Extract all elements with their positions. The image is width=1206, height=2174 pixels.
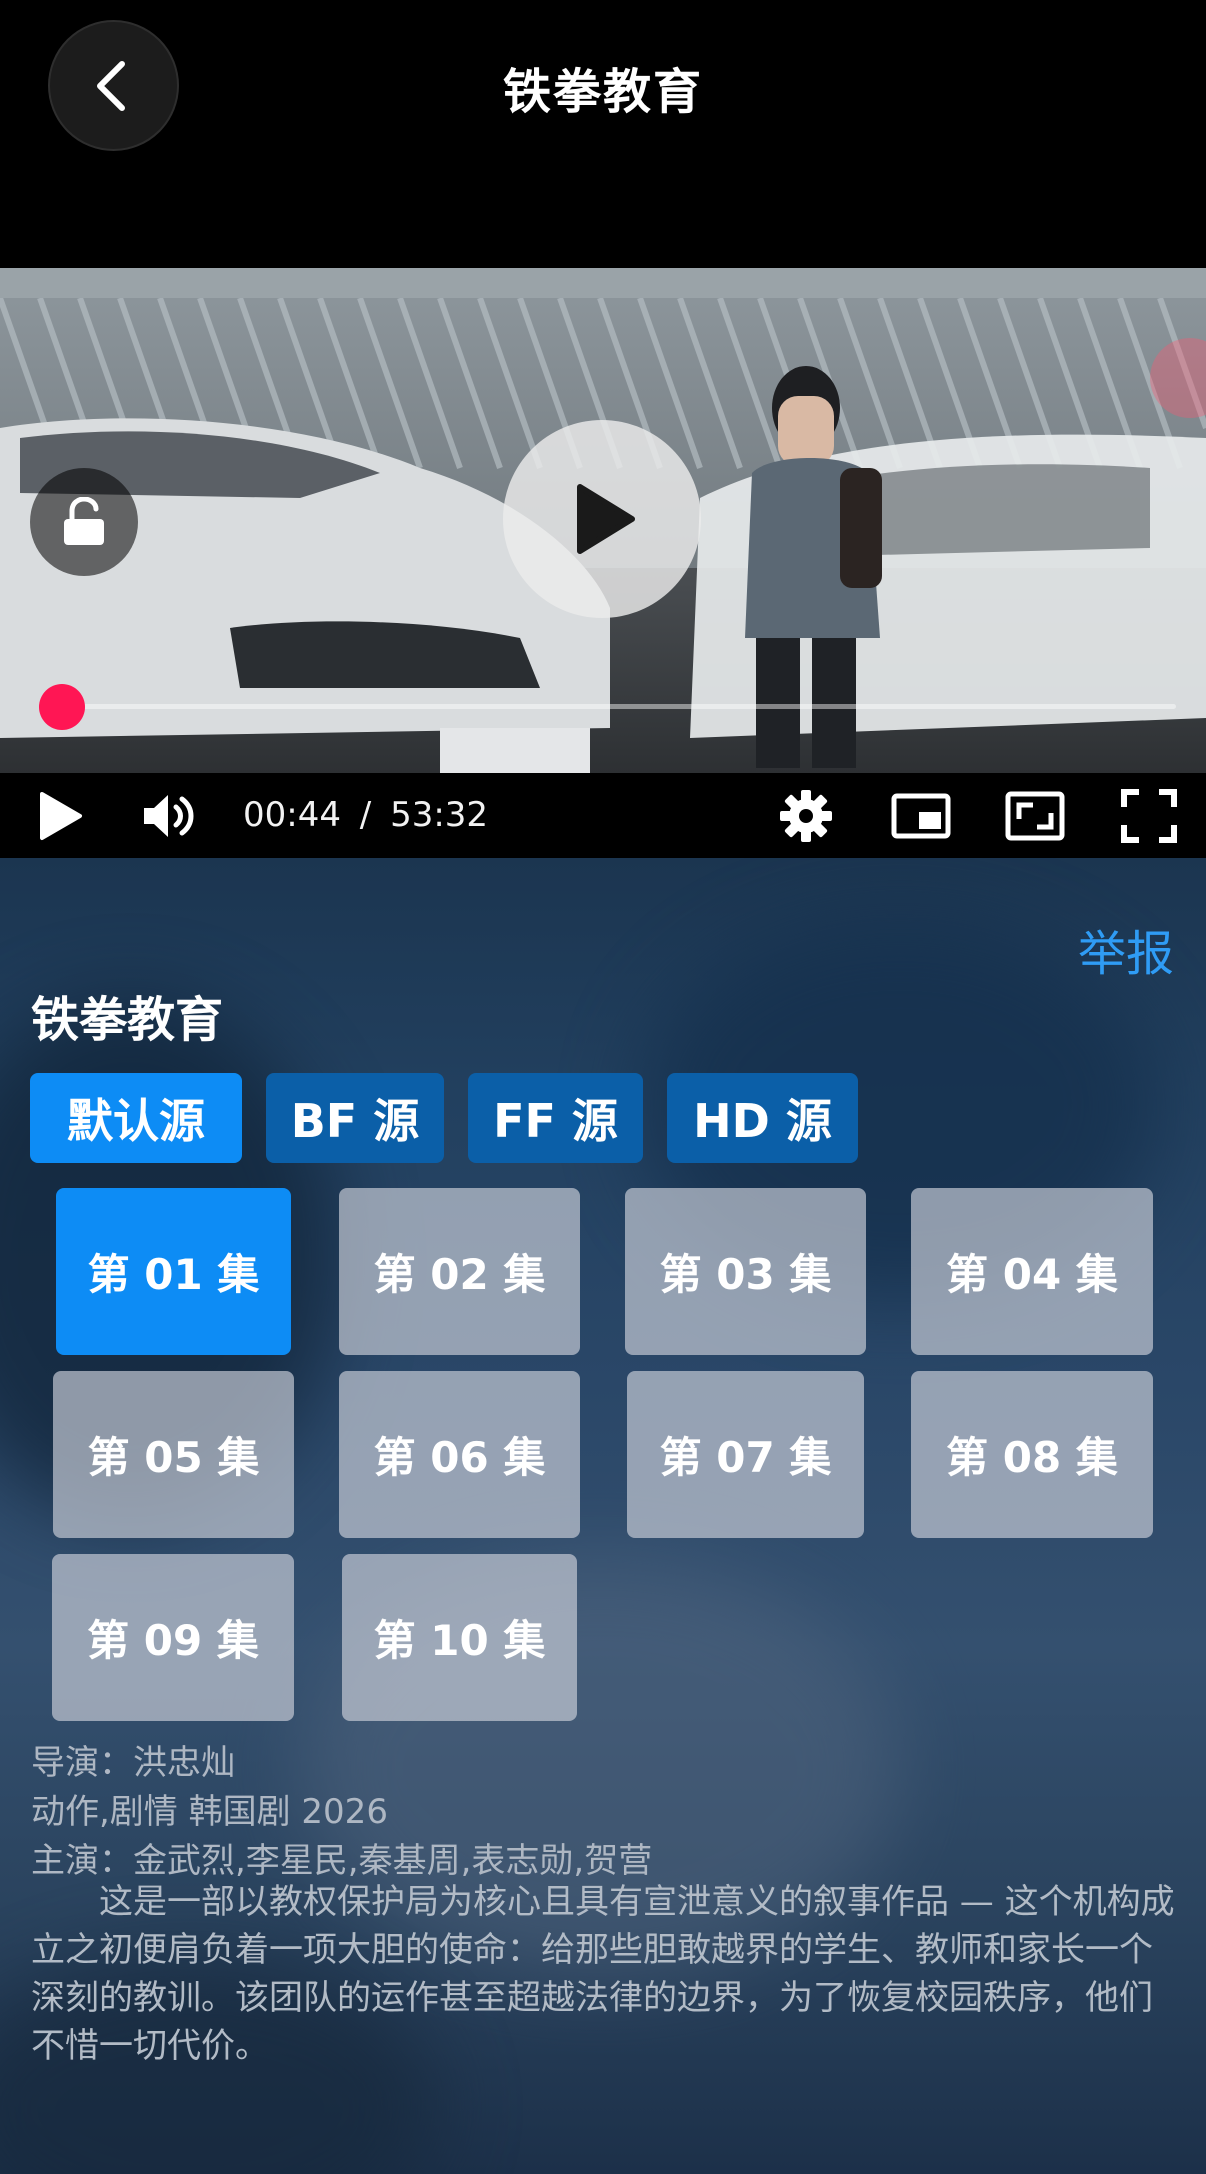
- video-player[interactable]: [0, 268, 1206, 773]
- detail-panel: 举报 铁拳教育 默认源 BF 源 FF 源 HD 源 第 01 集 第 02 集…: [0, 858, 1206, 2174]
- progress-bar[interactable]: [38, 684, 1176, 730]
- progress-knob[interactable]: [38, 684, 85, 730]
- volume-icon: [144, 794, 194, 837]
- lock-button[interactable]: [30, 468, 138, 576]
- time-display: 00:44 / 53:32: [243, 773, 488, 858]
- report-link[interactable]: 举报: [1078, 914, 1174, 984]
- play-button[interactable]: [22, 773, 98, 858]
- current-time: 00:44: [243, 795, 341, 835]
- picture-in-picture-icon: [891, 793, 951, 838]
- duration: 53:32: [390, 795, 489, 835]
- synopsis: 这是一部以教权保护局为核心且具有宣泄意义的叙事作品 — 这个机构成立之初便肩负着…: [31, 1882, 1175, 2066]
- page-title: 铁拳教育: [502, 64, 703, 120]
- settings-button[interactable]: [776, 773, 836, 858]
- director-line: 导演：洪忠灿: [31, 1743, 235, 1783]
- gear-icon: [780, 789, 832, 842]
- episode-button[interactable]: 第 10 集: [342, 1554, 577, 1721]
- cast-line: 主演：金武烈,李星民,秦基周,表志勋,贺营: [31, 1841, 653, 1881]
- app-screen: 铁拳教育 00:44 / 53:32 举报 铁拳教育 默认源 BF 源 FF 源…: [0, 0, 1206, 2174]
- picture-in-picture-button[interactable]: [888, 773, 954, 858]
- fullscreen-button[interactable]: [1118, 773, 1180, 858]
- volume-button[interactable]: [140, 773, 200, 858]
- expand-icon: [1005, 791, 1065, 840]
- fullscreen-icon: [1121, 788, 1177, 843]
- episode-button[interactable]: 第 04 集: [911, 1188, 1153, 1355]
- episode-button[interactable]: 第 01 集: [56, 1188, 291, 1355]
- player-controls: 00:44 / 53:32: [0, 773, 1206, 858]
- expand-button[interactable]: [1002, 773, 1068, 858]
- source-tab-ff[interactable]: FF 源: [468, 1073, 643, 1163]
- episode-button[interactable]: 第 06 集: [339, 1371, 580, 1538]
- unlock-icon: [64, 497, 104, 545]
- play-icon: [40, 791, 82, 840]
- play-icon: [577, 484, 635, 554]
- episode-button[interactable]: 第 08 集: [911, 1371, 1153, 1538]
- time-separator: /: [359, 795, 372, 835]
- source-tab-default[interactable]: 默认源: [30, 1073, 242, 1163]
- source-tab-bf[interactable]: BF 源: [266, 1073, 444, 1163]
- episode-button[interactable]: 第 02 集: [339, 1188, 580, 1355]
- episode-button[interactable]: 第 09 集: [52, 1554, 294, 1721]
- show-title: 铁拳教育: [31, 992, 224, 1048]
- genre-line: 动作,剧情 韩国剧 2026: [31, 1792, 388, 1832]
- source-tab-hd[interactable]: HD 源: [667, 1073, 858, 1163]
- play-overlay-button[interactable]: [503, 420, 701, 618]
- episode-button[interactable]: 第 07 集: [627, 1371, 864, 1538]
- header: 铁拳教育: [0, 0, 1206, 268]
- episode-button[interactable]: 第 05 集: [53, 1371, 294, 1538]
- episode-button[interactable]: 第 03 集: [625, 1188, 866, 1355]
